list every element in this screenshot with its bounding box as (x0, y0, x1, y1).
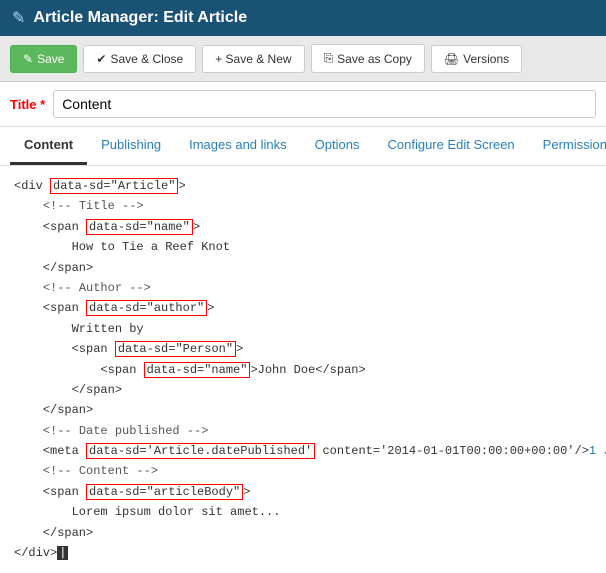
title-row: Title * (0, 82, 606, 127)
save-close-button[interactable]: ✔ Save & Close (83, 45, 196, 73)
edit-icon: ✎ (12, 8, 25, 28)
code-line: <div data-sd="Article"> (14, 176, 592, 196)
highlight-articlebody: data-sd="articleBody" (86, 484, 243, 500)
header-bar: ✎ Article Manager: Edit Article (0, 0, 606, 36)
code-line: <span data-sd="author"> (14, 298, 592, 318)
title-input[interactable] (53, 90, 596, 118)
code-line: <!-- Title --> (14, 196, 592, 216)
page-title: Article Manager: Edit Article (33, 9, 247, 27)
save-copy-button[interactable]: ⎘ Save as Copy (311, 44, 425, 73)
highlight-person: data-sd="Person" (115, 341, 236, 357)
code-line: Lorem ipsum dolor sit amet... (14, 502, 592, 522)
code-line: <span data-sd="name">John Doe</span> (14, 360, 592, 380)
highlight-name: data-sd="name" (86, 219, 193, 235)
tab-publishing[interactable]: Publishing (87, 127, 175, 165)
tabs-bar: Content Publishing Images and links Opti… (0, 127, 606, 166)
highlight-datepublished: data-sd='Article.datePublished' (86, 443, 315, 459)
save-new-label: + Save & New (215, 52, 291, 66)
tab-configure-edit[interactable]: Configure Edit Screen (373, 127, 528, 165)
code-line: <!-- Content --> (14, 461, 592, 481)
save-copy-label: Save as Copy (337, 52, 412, 66)
check-icon: ✔ (96, 52, 106, 66)
code-line: </div>| (14, 543, 592, 563)
save-close-label: Save & Close (110, 52, 183, 66)
copy-icon: ⎘ (324, 51, 334, 66)
code-line: Written by (14, 319, 592, 339)
code-line: How to Tie a Reef Knot (14, 237, 592, 257)
title-label: Title * (10, 97, 45, 112)
code-line: </span> (14, 258, 592, 278)
code-line: <!-- Author --> (14, 278, 592, 298)
versions-button[interactable]: 🖨 Versions (431, 45, 522, 73)
required-marker: * (40, 97, 45, 112)
code-line: </span> (14, 380, 592, 400)
code-line: <span data-sd="name"> (14, 217, 592, 237)
tab-content[interactable]: Content (10, 127, 87, 165)
code-editor[interactable]: <div data-sd="Article"> <!-- Title --> <… (0, 166, 606, 573)
code-line: <span data-sd="Person"> (14, 339, 592, 359)
save-icon: ✎ (23, 52, 33, 66)
code-line: <span data-sd="articleBody"> (14, 482, 592, 502)
highlight-article: data-sd="Article" (50, 178, 178, 194)
toolbar: ✎ Save ✔ Save & Close + Save & New ⎘ Sav… (0, 36, 606, 82)
save-button[interactable]: ✎ Save (10, 45, 77, 73)
cursor: | (57, 546, 68, 560)
tab-options[interactable]: Options (301, 127, 374, 165)
tab-permissions[interactable]: Permissions (529, 127, 606, 165)
code-line: </span> (14, 400, 592, 420)
title-text: Title (10, 97, 37, 112)
date-value: 1 January 2014 (589, 444, 606, 458)
versions-icon: 🖨 (444, 52, 459, 66)
versions-label: Versions (463, 52, 509, 66)
save-label: Save (37, 52, 64, 66)
code-line: </span> (14, 523, 592, 543)
code-line: <meta data-sd='Article.datePublished' co… (14, 441, 592, 461)
tab-images-links[interactable]: Images and links (175, 127, 301, 165)
code-line: <!-- Date published --> (14, 421, 592, 441)
highlight-author: data-sd="author" (86, 300, 207, 316)
highlight-name2: data-sd="name" (144, 362, 251, 378)
save-new-button[interactable]: + Save & New (202, 45, 304, 73)
